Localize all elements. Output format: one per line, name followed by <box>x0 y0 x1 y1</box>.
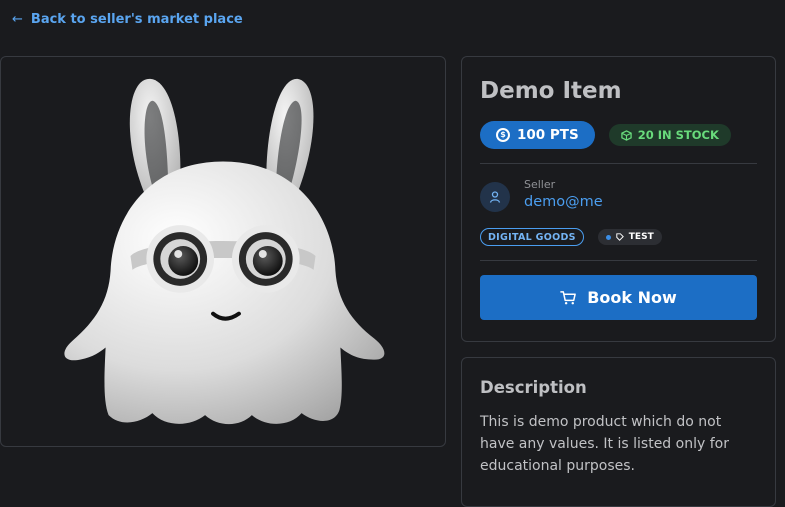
item-info-card: Demo Item $ 100 PTS 20 IN STOCK Seller d… <box>461 56 776 342</box>
description-card: Description This is demo product which d… <box>461 357 776 507</box>
item-badges: $ 100 PTS 20 IN STOCK <box>480 121 757 149</box>
dot-icon <box>605 234 611 240</box>
back-to-marketplace-link[interactable]: ← Back to seller's market place <box>12 12 243 27</box>
product-image <box>64 78 385 425</box>
divider <box>480 260 757 261</box>
item-tag[interactable]: TEST <box>597 229 662 245</box>
stock-badge: 20 IN STOCK <box>608 124 731 146</box>
seller-section: Seller demo@me <box>480 178 757 212</box>
product-image-panel <box>0 56 446 447</box>
coin-icon: $ <box>496 128 510 142</box>
stock-label: 20 IN STOCK <box>637 128 719 142</box>
price-badge: $ 100 PTS <box>480 121 595 149</box>
description-text: This is demo product which do not have a… <box>480 414 729 474</box>
item-tags: DIGITAL GOODS TEST <box>480 228 757 246</box>
user-icon <box>480 182 510 212</box>
book-now-label: Book Now <box>587 288 677 307</box>
category-tag[interactable]: DIGITAL GOODS <box>480 228 584 246</box>
seller-label: Seller <box>524 178 556 191</box>
divider <box>480 163 757 164</box>
item-tag-label: TEST <box>628 232 654 242</box>
item-title: Demo Item <box>480 78 622 104</box>
book-now-button[interactable]: Book Now <box>480 275 757 320</box>
seller-meta: Seller demo@me <box>524 178 603 210</box>
price-label: 100 PTS <box>517 127 579 143</box>
description-title: Description <box>480 378 587 397</box>
arrow-left-icon: ← <box>12 12 23 27</box>
back-link-label: Back to seller's market place <box>30 12 243 27</box>
cart-icon <box>560 290 577 304</box>
seller-email-link[interactable]: demo@me <box>524 194 603 210</box>
box-icon <box>620 129 632 141</box>
tag-icon <box>616 233 624 241</box>
